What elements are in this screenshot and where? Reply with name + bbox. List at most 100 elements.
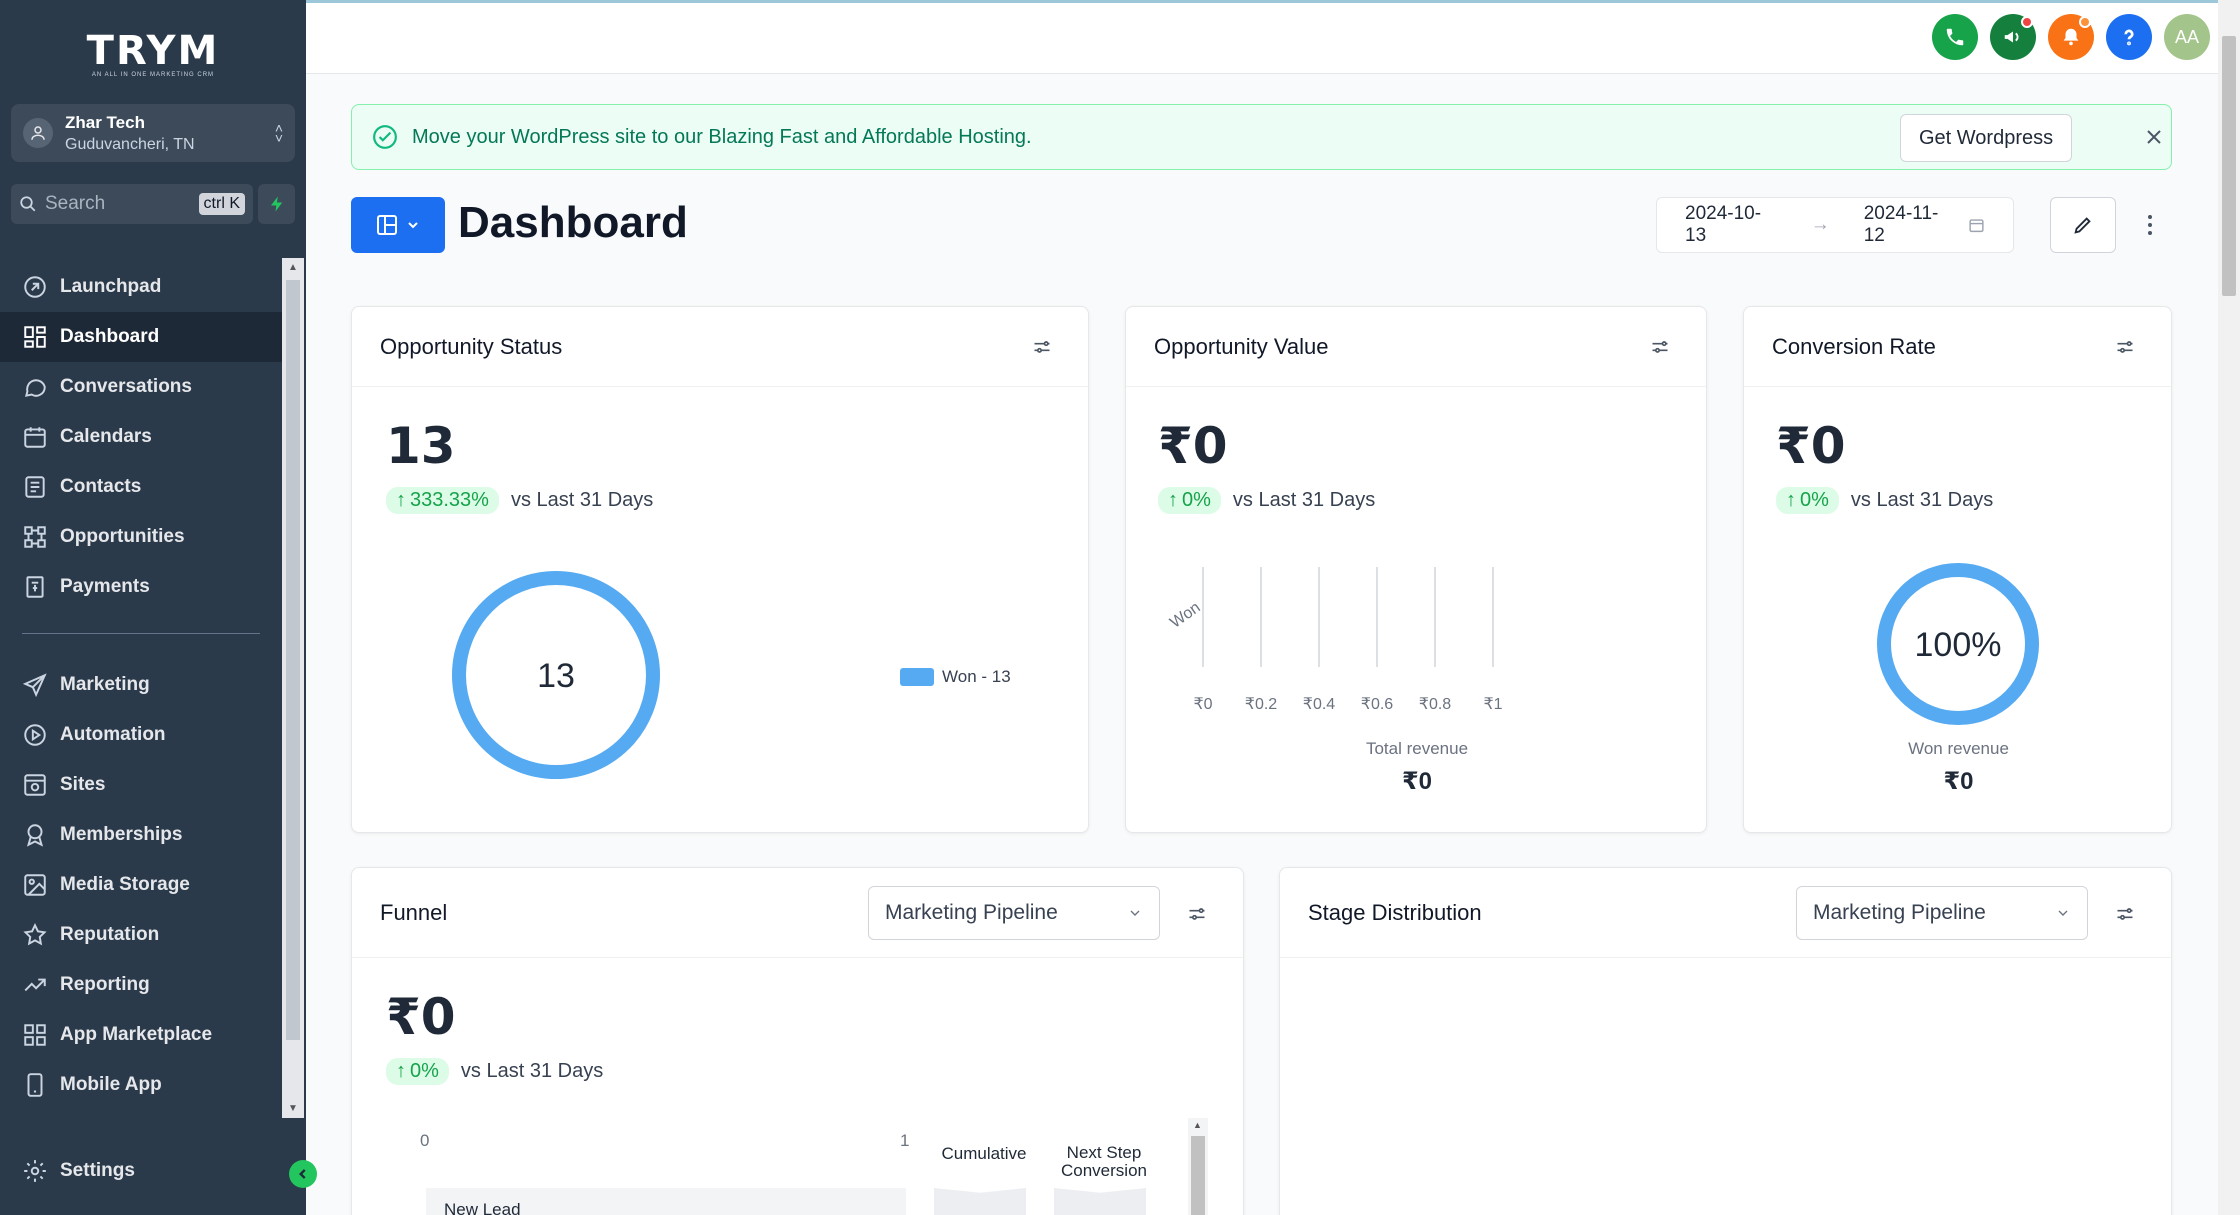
card-header: Opportunity Status [352,307,1088,387]
card-value: 13 [386,417,456,475]
x-tick-label: ₹1 [1483,696,1502,713]
card-title: Stage Distribution [1308,899,1482,925]
send-icon [22,673,47,698]
card-header: Opportunity Value [1126,307,1706,387]
sidebar-item-label: Marketing [60,674,150,695]
sidebar-item-conversations[interactable]: Conversations [0,362,282,412]
sidebar-item-memberships[interactable]: Memberships [0,810,282,860]
funnel-scroll-thumb[interactable] [1191,1136,1205,1215]
notifications-button[interactable] [2048,14,2094,60]
sidebar-item-payments[interactable]: Payments [0,562,282,612]
chevron-down-icon [1130,910,1140,916]
sidebar-nav: Launchpad Dashboard Conversations Calend… [0,262,282,1110]
total-revenue-value: ₹0 [1401,768,1433,795]
sidebar-item-label: Conversations [60,376,192,397]
star-icon [23,923,47,946]
phone-button[interactable] [1932,14,1978,60]
rocket-icon [24,276,46,298]
quick-actions-button[interactable] [258,184,295,224]
conversion-rate-card: Conversion Rate ₹0 ↑ 0% vs Last 31 Days … [1743,306,2172,833]
pipeline-select[interactable]: Marketing Pipeline [1796,886,2088,940]
pipeline-selected: Marketing Pipeline [885,901,1058,924]
change-badge: ↑ 0% [1158,487,1221,514]
date-to: 2024-11-12 [1863,203,1939,246]
page-scrollbar[interactable] [2218,0,2240,1215]
scroll-up-icon[interactable]: ▲ [288,262,298,273]
search-input[interactable] [45,193,185,215]
sidebar-item-sites[interactable]: Sites [0,760,282,810]
change-value: 0% [410,1060,439,1082]
sidebar-item-launchpad[interactable]: Launchpad [0,262,282,312]
collapse-sidebar-button[interactable] [289,1160,317,1188]
change-badge: ↑ 0% [1776,487,1839,514]
sidebar-item-label: Launchpad [60,276,162,297]
sidebar-item-reputation[interactable]: Reputation [0,910,282,960]
filter-icon[interactable] [1650,337,1670,357]
sidebar-item-label: Mobile App [60,1074,162,1095]
announcements-button[interactable] [1990,14,2036,60]
stage-distribution-card: Stage Distribution Marketing Pipeline [1279,867,2172,1215]
chevron-up-down-icon: ˄ ˅ [274,120,283,146]
sidebar-item-mobile-app[interactable]: Mobile App [0,1060,282,1110]
get-wordpress-button[interactable]: Get Wordpress [1900,114,2073,162]
opportunity-value-card: Opportunity Value ₹0 ↑ 0% vs Last 31 Day… [1125,306,1707,833]
arrow-right-icon: → [1810,214,1830,235]
card-value: ₹0 [1158,417,1228,475]
question-mark-icon [2124,29,2134,46]
page-title: Dashboard [458,198,688,247]
page-scroll-thumb[interactable] [2222,36,2236,296]
funnel-stage-new-lead[interactable]: New Lead [426,1188,906,1215]
next-step-chevron [1054,1188,1146,1215]
account-location: Guduvancheri, TN [65,135,195,153]
filter-icon[interactable] [2115,337,2135,357]
banner-text: Move your WordPress site to our Blazing … [412,125,1032,148]
sidebar-item-marketing[interactable]: Marketing [0,660,282,710]
chart-legend[interactable]: Won - 13 [900,667,1011,687]
legend-swatch [900,668,934,686]
sidebar-search[interactable]: ctrl K [11,184,253,224]
cumulative-chevron [934,1188,1026,1215]
sidebar-item-calendars[interactable]: Calendars [0,412,282,462]
sidebar-item-dashboard[interactable]: Dashboard [0,312,282,362]
sidebar-scroll-thumb[interactable] [286,280,300,1040]
cumulative-column-header: Cumulative [941,1144,1027,1163]
filter-icon[interactable] [1187,904,1207,924]
sidebar-item-reporting[interactable]: Reporting [0,960,282,1010]
sidebar-item-label: Media Storage [60,874,190,895]
date-from: 2024-10-13 [1685,203,1762,246]
sidebar-item-media-storage[interactable]: Media Storage [0,860,282,910]
sidebar-item-app-marketplace[interactable]: App Marketplace [0,1010,282,1060]
edit-dashboard-button[interactable] [2050,197,2116,253]
total-revenue-label: Total revenue [1365,739,1469,758]
layout-switcher-button[interactable] [351,197,445,253]
sidebar-item-opportunities[interactable]: Opportunities [0,512,282,562]
card-trend: ↑ 0% vs Last 31 Days [386,1058,603,1085]
sidebar-item-contacts[interactable]: Contacts [0,462,282,512]
sidebar-scrollbar[interactable]: ▲ ▼ [282,258,304,1118]
sidebar-item-settings[interactable]: Settings [0,1146,282,1196]
account-switcher[interactable]: Zhar Tech Guduvancheri, TN ˄ ˅ [11,104,295,162]
close-icon[interactable] [2142,125,2166,149]
sidebar-item-label: Dashboard [60,326,160,347]
scroll-up-icon[interactable]: ▲ [1193,1120,1202,1130]
megaphone-icon [2004,31,2019,43]
account-avatar-icon [23,118,53,148]
promo-banner: Move your WordPress site to our Blazing … [351,104,2172,170]
sidebar-item-automation[interactable]: Automation [0,710,282,760]
account-name: Zhar Tech [65,112,145,132]
date-range-picker[interactable]: 2024-10-13 → 2024-11-12 [1656,197,2014,253]
more-options-button[interactable] [2140,210,2160,240]
filter-icon[interactable] [2115,904,2135,924]
help-button[interactable] [2106,14,2152,60]
network-icon [24,526,46,548]
user-avatar[interactable]: AA [2164,14,2210,60]
scroll-down-icon[interactable]: ▼ [288,1103,298,1114]
sidebar-item-label: Payments [60,576,150,597]
card-trend: ↑ 0% vs Last 31 Days [1776,487,1993,514]
notification-dot [2021,16,2033,28]
compare-text: vs Last 31 Days [1850,489,1994,511]
brand-logo[interactable]: TRYM AN ALL IN ONE MARKETING CRM [0,28,306,78]
pipeline-select[interactable]: Marketing Pipeline [868,886,1160,940]
funnel-scrollbar[interactable]: ▲ [1188,1118,1208,1215]
filter-icon[interactable] [1032,337,1052,357]
